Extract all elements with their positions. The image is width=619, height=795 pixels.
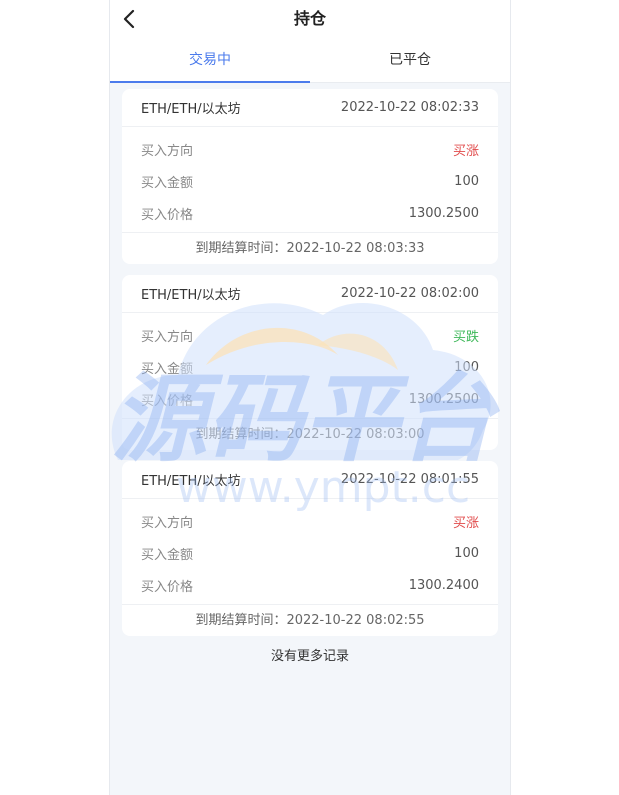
amount-row: 买入金额 100	[122, 351, 498, 383]
order-list: ETH/ETH/以太坊 2022-10-22 08:02:33 买入方向 买涨 …	[122, 89, 498, 667]
price-label: 买入价格	[141, 579, 194, 595]
tab-closed[interactable]: 已平仓	[310, 40, 510, 82]
direction-row: 买入方向 买涨	[122, 505, 498, 537]
amount-value: 100	[454, 173, 479, 189]
order-card-header: ETH/ETH/以太坊 2022-10-22 08:02:00	[122, 275, 498, 313]
price-label: 买入价格	[141, 393, 194, 409]
order-card-header: ETH/ETH/以太坊 2022-10-22 08:01:55	[122, 461, 498, 499]
price-value: 1300.2400	[408, 577, 479, 593]
page-title: 持仓	[293, 9, 326, 28]
order-details: 买入方向 买涨 买入金额 100 买入价格 1300.2400	[122, 499, 498, 604]
direction-label: 买入方向	[141, 515, 194, 531]
price-label: 买入价格	[141, 207, 194, 223]
order-time: 2022-10-22 08:02:33	[340, 100, 479, 115]
expiry-time: 2022-10-22 08:03:33	[286, 241, 425, 256]
expiry-time: 2022-10-22 08:03:00	[286, 427, 425, 442]
order-details: 买入方向 买涨 买入金额 100 买入价格 1300.2500	[122, 127, 498, 232]
price-value: 1300.2500	[408, 205, 479, 221]
price-row: 买入价格 1300.2400	[122, 569, 498, 601]
price-row: 买入价格 1300.2500	[122, 383, 498, 415]
direction-label: 买入方向	[141, 329, 194, 345]
order-pair: ETH/ETH/以太坊	[141, 102, 241, 117]
expiry-row: 到期结算时间：2022-10-22 08:03:00	[122, 418, 498, 450]
direction-label: 买入方向	[141, 143, 194, 159]
expiry-label: 到期结算时间：	[195, 427, 287, 442]
expiry-row: 到期结算时间：2022-10-22 08:02:55	[122, 604, 498, 636]
expiry-label: 到期结算时间：	[195, 241, 287, 256]
direction-value: 买跌	[452, 329, 479, 345]
order-pair: ETH/ETH/以太坊	[141, 288, 241, 303]
expiry-row: 到期结算时间：2022-10-22 08:03:33	[122, 232, 498, 264]
order-time: 2022-10-22 08:02:00	[340, 286, 479, 301]
direction-row: 买入方向 买跌	[122, 319, 498, 351]
amount-label: 买入金额	[141, 175, 194, 191]
amount-row: 买入金额 100	[122, 537, 498, 569]
amount-label: 买入金额	[141, 361, 194, 377]
expiry-time: 2022-10-22 08:02:55	[286, 613, 425, 628]
order-details: 买入方向 买跌 买入金额 100 买入价格 1300.2500	[122, 313, 498, 418]
app-screen: 持仓 交易中 已平仓 ETH/ETH/以太坊 2022-10-22 08:02:…	[109, 0, 511, 795]
order-card-header: ETH/ETH/以太坊 2022-10-22 08:02:33	[122, 89, 498, 127]
expiry-label: 到期结算时间：	[195, 613, 287, 628]
top-bar: 持仓	[110, 0, 510, 41]
direction-row: 买入方向 买涨	[122, 133, 498, 165]
amount-label: 买入金额	[141, 547, 194, 563]
order-pair: ETH/ETH/以太坊	[141, 474, 241, 489]
amount-value: 100	[454, 545, 479, 561]
no-more-records: 没有更多记录	[270, 649, 349, 664]
direction-value: 买涨	[452, 143, 479, 159]
order-card[interactable]: ETH/ETH/以太坊 2022-10-22 08:01:55 买入方向 买涨 …	[122, 461, 498, 636]
amount-value: 100	[454, 359, 479, 375]
tab-trading[interactable]: 交易中	[110, 40, 310, 83]
order-card[interactable]: ETH/ETH/以太坊 2022-10-22 08:02:00 买入方向 买跌 …	[122, 275, 498, 450]
order-time: 2022-10-22 08:01:55	[340, 472, 479, 487]
direction-value: 买涨	[452, 515, 479, 531]
amount-row: 买入金额 100	[122, 165, 498, 197]
price-value: 1300.2500	[408, 391, 479, 407]
order-card[interactable]: ETH/ETH/以太坊 2022-10-22 08:02:33 买入方向 买涨 …	[122, 89, 498, 264]
tab-bar: 交易中 已平仓	[110, 40, 510, 83]
price-row: 买入价格 1300.2500	[122, 197, 498, 229]
